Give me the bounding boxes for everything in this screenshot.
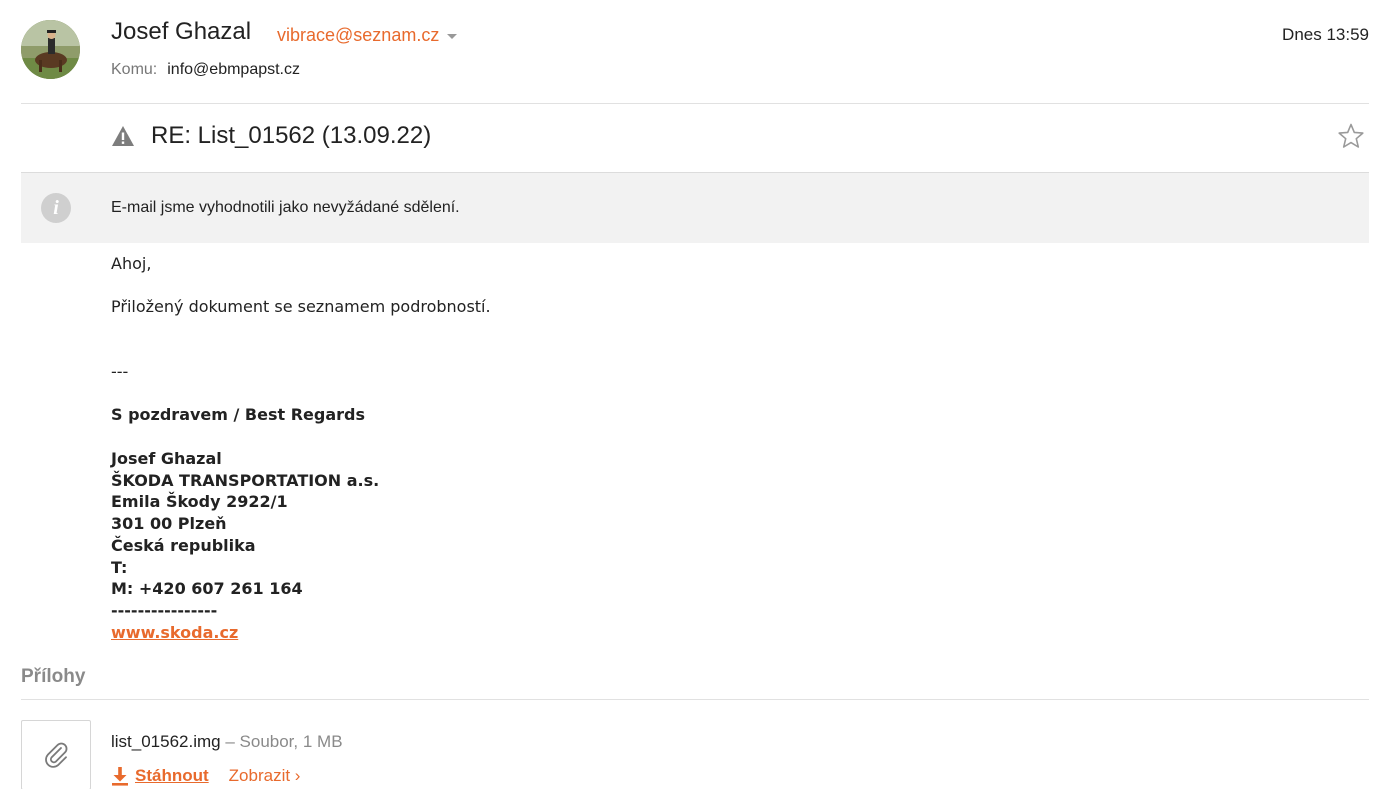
download-button[interactable]: Stáhnout <box>111 766 209 786</box>
recipient-row: Komu: info@ebmpapst.cz <box>111 61 300 79</box>
paperclip-icon <box>41 740 71 770</box>
warning-triangle-icon <box>111 125 135 147</box>
sender-email-dropdown[interactable]: vibrace@seznam.cz <box>277 25 458 46</box>
signature-website-link[interactable]: www.skoda.cz <box>111 623 238 642</box>
spam-notice: i E-mail jsme vyhodnotili jako nevyžádan… <box>21 172 1369 243</box>
email-subject: RE: List_01562 (13.09.22) <box>151 122 432 149</box>
body-text: Přiložený dokument se seznamem podrobnos… <box>111 297 491 316</box>
to-label: Komu: <box>111 61 158 78</box>
signature-block: Josef Ghazal ŠKODA TRANSPORTATION a.s. E… <box>111 448 379 643</box>
sender-name: Josef Ghazal <box>111 18 252 45</box>
attachment-info: list_01562.img – Soubor, 1 MB <box>111 732 343 752</box>
sender-email[interactable]: vibrace@seznam.cz <box>277 25 439 46</box>
download-label[interactable]: Stáhnout <box>135 766 209 786</box>
download-arrow-icon <box>112 767 128 786</box>
star-outline-icon[interactable] <box>1337 122 1365 150</box>
spam-notice-text: E-mail jsme vyhodnotili jako nevyžádané … <box>111 199 460 216</box>
view-button[interactable]: Zobrazit › <box>229 766 301 786</box>
attachment-file-meta: – Soubor, 1 MB <box>220 732 343 751</box>
recipient-email[interactable]: info@ebmpapst.cz <box>167 61 300 79</box>
signature-line: Josef Ghazal <box>111 449 222 468</box>
attachment-file-name: list_01562.img <box>111 732 221 751</box>
signature-line: Emila Škody 2922/1 <box>111 492 288 512</box>
signature-line: Česká republika <box>111 535 256 555</box>
signature-line: 301 00 Plzeň <box>111 514 227 534</box>
attachment-thumbnail[interactable] <box>21 720 91 789</box>
signature-regards: S pozdravem / Best Regards <box>111 405 366 424</box>
header-divider <box>21 103 1369 104</box>
email-detail-view: Josef Ghazal vibrace@seznam.cz Dnes 13:5… <box>0 0 1379 789</box>
info-icon: i <box>41 193 71 223</box>
attachments-title: Přílohy <box>21 666 86 687</box>
chevron-down-icon[interactable] <box>447 33 458 39</box>
sender-avatar[interactable] <box>21 20 80 79</box>
signature-line: T: <box>111 557 128 577</box>
signature-line: ŠKODA TRANSPORTATION a.s. <box>111 470 380 490</box>
attachments-divider <box>21 699 1369 700</box>
body-greeting: Ahoj, <box>111 254 152 273</box>
email-date: Dnes 13:59 <box>1282 25 1369 44</box>
signature-line: ---------------- <box>111 600 218 620</box>
signature-separator: --- <box>111 362 129 381</box>
signature-line: M: +420 607 261 164 <box>111 579 303 599</box>
attachment-actions: Stáhnout Zobrazit › <box>111 766 300 786</box>
